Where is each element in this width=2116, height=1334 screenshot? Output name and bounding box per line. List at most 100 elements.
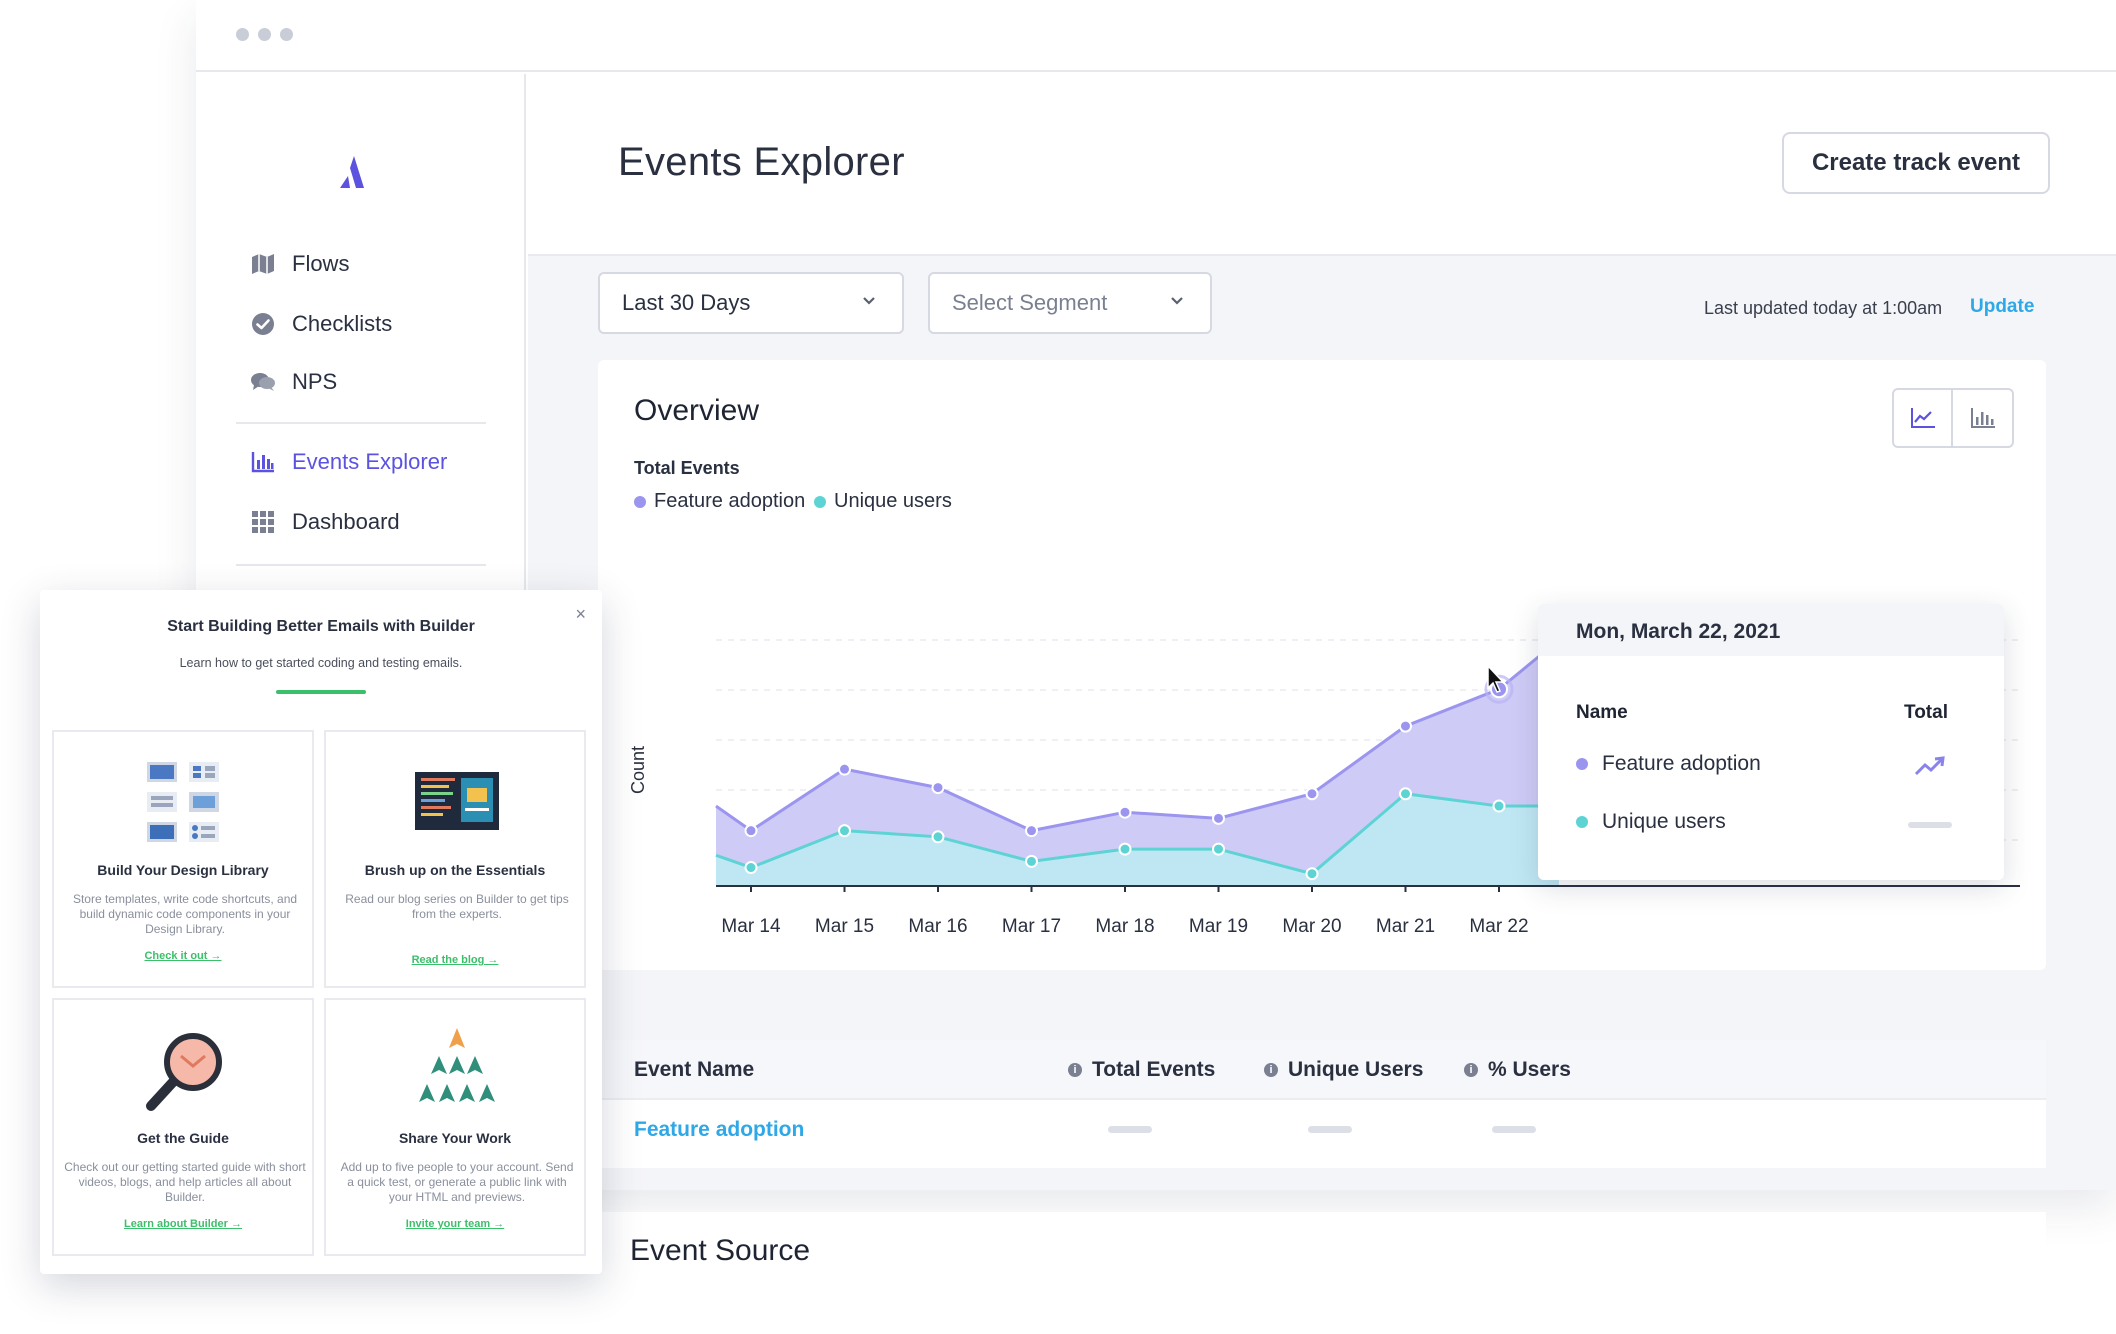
sidebar-item-label: NPS xyxy=(292,369,338,394)
tile-description: Store templates, write code shortcuts, a… xyxy=(72,892,298,936)
chart-tooltip: Mon, March 22, 2021 Name Total Feature a… xyxy=(1538,604,2004,880)
data-point xyxy=(1025,824,1038,838)
tile-description: Check out our getting started guide with… xyxy=(64,1160,306,1204)
events-table: Event Name i Total Events i Unique Users… xyxy=(598,1040,2046,1168)
info-icon[interactable]: i xyxy=(1264,1063,1278,1077)
read-the-blog-link[interactable]: Read the blog → xyxy=(326,954,584,966)
event-name-link[interactable]: Feature adoption xyxy=(634,1118,804,1142)
sidebar-item-nps[interactable]: NPS xyxy=(250,360,337,404)
x-tick-label: Mar 19 xyxy=(1189,916,1248,937)
invite-your-team-link[interactable]: Invite your team → xyxy=(326,1218,584,1230)
bar-chart-icon xyxy=(250,449,276,475)
window-dot-icon xyxy=(236,28,249,41)
data-point xyxy=(838,824,851,838)
tile-essentials: Brush up on the Essentials Read our blog… xyxy=(324,730,586,988)
info-icon[interactable]: i xyxy=(1068,1063,1082,1077)
sidebar-divider xyxy=(236,564,486,566)
x-tick-label: Mar 14 xyxy=(721,916,781,937)
date-range-select[interactable]: Last 30 Days xyxy=(598,272,904,334)
chevron-down-icon xyxy=(863,297,875,305)
page-header: Events Explorer Create track event xyxy=(528,74,2116,256)
data-point xyxy=(838,762,851,776)
x-tick-label: Mar 21 xyxy=(1376,916,1435,937)
loading-placeholder xyxy=(1908,822,1952,828)
data-point xyxy=(1305,787,1319,801)
update-link[interactable]: Update xyxy=(1970,296,2034,318)
map-icon xyxy=(250,251,276,277)
tile-title: Get the Guide xyxy=(137,1130,229,1146)
y-axis-label: Count xyxy=(628,746,648,794)
mouse-cursor-icon xyxy=(1487,664,1505,693)
tile-title: Share Your Work xyxy=(398,1130,512,1146)
sidebar-item-flows[interactable]: Flows xyxy=(250,242,349,286)
data-point xyxy=(931,781,945,795)
tooltip-swatch xyxy=(1576,758,1588,770)
column-header-event-name[interactable]: Event Name xyxy=(634,1058,754,1082)
window-dot-icon xyxy=(258,28,271,41)
event-source-title: Event Source xyxy=(630,1234,811,1267)
check-it-out-link[interactable]: Check it out → xyxy=(54,950,312,962)
column-header-unique-users[interactable]: i Unique Users xyxy=(1264,1058,1423,1082)
tooltip-swatch xyxy=(1576,816,1588,828)
loading-placeholder xyxy=(1492,1126,1536,1133)
tile-title: Build Your Design Library xyxy=(97,862,269,878)
tile-description: Add up to five people to your account. S… xyxy=(340,1160,574,1204)
tile-design-library: Build Your Design Library Store template… xyxy=(52,730,314,988)
segment-select[interactable]: Select Segment xyxy=(928,272,1212,334)
sidebar-item-dashboard[interactable]: Dashboard xyxy=(250,500,400,544)
data-point xyxy=(931,830,945,844)
tile-description: Read our blog series on Builder to get t… xyxy=(345,892,569,921)
table-header-row: Event Name i Total Events i Unique Users… xyxy=(598,1040,2046,1100)
date-range-value: Last 30 Days xyxy=(622,290,751,315)
last-updated-text: Last updated today at 1:00am xyxy=(1704,298,1943,318)
sidebar-item-label: Checklists xyxy=(292,311,393,336)
sidebar-item-label: Events Explorer xyxy=(292,449,448,474)
x-tick-label: Mar 16 xyxy=(908,916,967,937)
tooltip-row-label: Feature adoption xyxy=(1602,752,1761,775)
tile-share: Share Your Work Add up to five people to… xyxy=(324,998,586,1256)
data-point xyxy=(1399,787,1412,801)
chat-bubbles-icon xyxy=(250,369,276,395)
data-point xyxy=(1025,854,1038,868)
sidebar-item-checklists[interactable]: Checklists xyxy=(250,302,392,346)
create-track-event-button[interactable]: Create track event xyxy=(1782,132,2050,194)
learn-about-builder-link[interactable]: Learn about Builder → xyxy=(54,1218,312,1230)
column-header-percent-users[interactable]: i % Users xyxy=(1464,1058,1571,1082)
data-point xyxy=(744,824,758,838)
grid-icon xyxy=(250,509,276,535)
x-tick-label: Mar 20 xyxy=(1282,916,1341,937)
tooltip-row-feature-adoption: Feature adoption xyxy=(1576,752,1761,776)
column-header-label: % Users xyxy=(1488,1058,1571,1081)
tooltip-total-header: Total xyxy=(1904,702,1948,723)
tile-guide: Get the Guide Check out our getting star… xyxy=(52,998,314,1256)
sidebar-item-events-explorer[interactable]: Events Explorer xyxy=(250,440,447,484)
window-dot-icon xyxy=(280,28,293,41)
data-point xyxy=(1212,842,1225,856)
design-library-illustration-icon xyxy=(147,762,219,842)
data-point xyxy=(1492,799,1506,813)
sidebar-item-label: Dashboard xyxy=(292,509,400,534)
tooltip-name-header: Name xyxy=(1576,702,1628,723)
data-point xyxy=(1399,719,1412,733)
info-icon[interactable]: i xyxy=(1464,1063,1478,1077)
paper-planes-icon xyxy=(419,1028,495,1102)
tooltip-date: Mon, March 22, 2021 xyxy=(1538,604,2004,656)
trend-up-icon xyxy=(1914,756,1945,776)
x-tick-label: Mar 22 xyxy=(1469,916,1528,937)
loading-placeholder xyxy=(1308,1126,1352,1133)
column-header-total-events[interactable]: i Total Events xyxy=(1068,1058,1215,1082)
x-tick-label: Mar 18 xyxy=(1095,916,1154,937)
chevron-down-icon xyxy=(1171,297,1183,305)
column-header-label: Total Events xyxy=(1092,1058,1216,1081)
tooltip-row-label: Unique users xyxy=(1602,810,1726,833)
segment-placeholder: Select Segment xyxy=(952,290,1108,315)
tooltip-row-unique-users: Unique users xyxy=(1576,810,1726,834)
window-chrome-bar xyxy=(196,0,2116,72)
data-point xyxy=(1118,805,1132,819)
column-header-label: Unique Users xyxy=(1288,1058,1424,1081)
x-tick-label: Mar 15 xyxy=(815,916,874,937)
builder-promo-popup: × Start Building Better Emails with Buil… xyxy=(40,590,602,1274)
tile-title: Brush up on the Essentials xyxy=(364,862,546,878)
brand-logo-icon xyxy=(340,156,364,188)
data-point xyxy=(1118,842,1132,856)
